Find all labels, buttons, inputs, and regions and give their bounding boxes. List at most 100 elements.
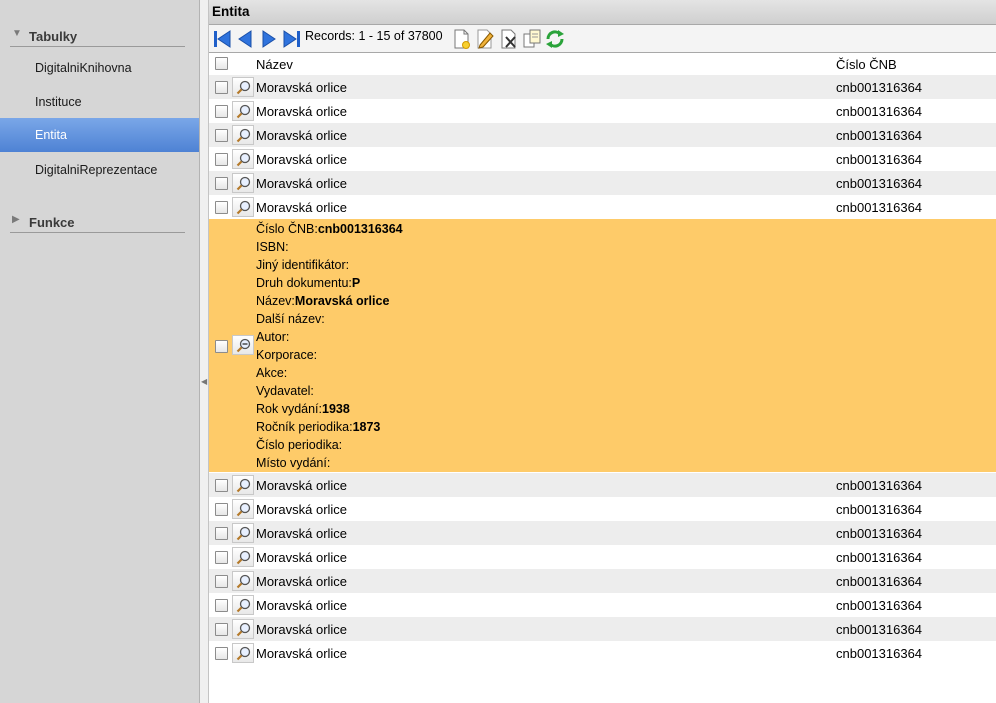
magnifier-icon — [236, 128, 251, 143]
magnifier-icon — [236, 574, 251, 589]
grid-header: Název Číslo ČNB — [209, 53, 996, 76]
detail-field-value: cnb001316364 — [317, 222, 403, 236]
refresh-icon[interactable] — [544, 28, 566, 50]
table-row[interactable]: Moravská orlice cnb001316364 — [209, 195, 996, 219]
row-checkbox[interactable] — [215, 503, 228, 516]
cell-nazev: Moravská orlice — [256, 550, 348, 565]
show-detail-button[interactable] — [232, 197, 254, 217]
show-detail-button[interactable] — [232, 547, 254, 567]
detail-field-label: Druh dokumentu: — [256, 276, 352, 290]
row-checkbox[interactable] — [215, 551, 228, 564]
sidebar-item-digitalnireprezentace[interactable]: DigitalniReprezentace — [0, 153, 199, 187]
detail-field: ISBN: — [256, 240, 289, 254]
show-detail-button[interactable] — [232, 149, 254, 169]
show-detail-button[interactable] — [232, 643, 254, 663]
table-row[interactable]: Moravská orlice cnb001316364 — [209, 147, 996, 171]
cell-nazev: Moravská orlice — [256, 574, 348, 589]
cell-nazev: Moravská orlice — [256, 622, 348, 637]
select-all-checkbox[interactable] — [215, 57, 228, 70]
detail-field-label: Rok vydání: — [256, 402, 323, 416]
section-funkce[interactable]: ▶ Funkce — [10, 214, 185, 233]
detail-field: Číslo ČNB:cnb001316364 — [256, 222, 403, 236]
panel-splitter[interactable]: ◀ — [200, 0, 209, 703]
sidebar-item-entita[interactable]: Entita — [0, 118, 199, 152]
toolbar: Records: 1 - 15 of 37800 — [209, 25, 996, 53]
next-page-icon[interactable] — [258, 28, 280, 50]
show-detail-button[interactable] — [232, 173, 254, 193]
magnifier-icon — [236, 526, 251, 541]
row-checkbox[interactable] — [215, 201, 228, 214]
table-row[interactable]: Moravská orlice cnb001316364 — [209, 171, 996, 195]
row-checkbox[interactable] — [215, 623, 228, 636]
table-row[interactable]: Moravská orlice cnb001316364 — [209, 569, 996, 593]
section-label: Funkce — [29, 215, 75, 230]
row-checkbox[interactable] — [215, 340, 228, 353]
magnifier-icon — [236, 478, 251, 493]
cell-nazev: Moravská orlice — [256, 80, 348, 95]
section-tabulky[interactable]: ▼ Tabulky — [10, 28, 185, 47]
cell-cislo-cnb: cnb001316364 — [836, 104, 923, 119]
new-record-icon[interactable] — [451, 28, 473, 50]
page-title: Entita — [212, 4, 250, 19]
delete-icon[interactable] — [498, 28, 520, 50]
row-checkbox[interactable] — [215, 479, 228, 492]
detail-field-label: Další název: — [256, 312, 325, 326]
cell-nazev: Moravská orlice — [256, 526, 348, 541]
table-row[interactable]: Moravská orlice cnb001316364 — [209, 75, 996, 99]
first-page-icon[interactable] — [211, 28, 233, 50]
show-detail-button[interactable] — [232, 499, 254, 519]
table-row[interactable]: Moravská orlice cnb001316364 — [209, 473, 996, 497]
table-row[interactable]: Moravská orlice cnb001316364 — [209, 497, 996, 521]
show-detail-button[interactable] — [232, 619, 254, 639]
last-page-icon[interactable] — [281, 28, 303, 50]
show-detail-button[interactable] — [232, 77, 254, 97]
show-detail-button[interactable] — [232, 125, 254, 145]
prev-page-icon[interactable] — [234, 28, 256, 50]
row-checkbox[interactable] — [215, 527, 228, 540]
row-checkbox[interactable] — [215, 81, 228, 94]
table-row[interactable]: Moravská orlice cnb001316364 — [209, 545, 996, 569]
column-header-nazev[interactable]: Název — [256, 57, 293, 72]
cell-nazev: Moravská orlice — [256, 502, 348, 517]
cell-cislo-cnb: cnb001316364 — [836, 646, 923, 661]
row-checkbox[interactable] — [215, 177, 228, 190]
row-checkbox[interactable] — [215, 599, 228, 612]
table-row[interactable]: Moravská orlice cnb001316364 — [209, 641, 996, 665]
row-checkbox[interactable] — [215, 647, 228, 660]
magnifier-icon — [236, 176, 251, 191]
triangle-right-icon: ▶ — [12, 214, 20, 225]
show-detail-button[interactable] — [232, 523, 254, 543]
row-checkbox[interactable] — [215, 575, 228, 588]
show-detail-button[interactable] — [232, 101, 254, 121]
table-row[interactable]: Moravská orlice cnb001316364 — [209, 593, 996, 617]
records-count: Records: 1 - 15 of 37800 — [305, 29, 443, 43]
detail-field: Další název: — [256, 312, 325, 326]
row-checkbox[interactable] — [215, 153, 228, 166]
show-detail-button[interactable] — [232, 571, 254, 591]
magnifier-icon — [236, 550, 251, 565]
title-bar: Entita — [209, 0, 996, 25]
copy-icon[interactable] — [521, 28, 543, 50]
sidebar-item-digitalniknihovna[interactable]: DigitalniKnihovna — [0, 51, 199, 85]
collapse-detail-button[interactable] — [232, 335, 254, 355]
row-checkbox[interactable] — [215, 129, 228, 142]
cell-cislo-cnb: cnb001316364 — [836, 128, 923, 143]
detail-field-label: Vydavatel: — [256, 384, 314, 398]
row-checkbox[interactable] — [215, 105, 228, 118]
sidebar-item-instituce[interactable]: Instituce — [0, 85, 199, 119]
cell-cislo-cnb: cnb001316364 — [836, 478, 923, 493]
table-row[interactable]: Moravská orlice cnb001316364 — [209, 521, 996, 545]
show-detail-button[interactable] — [232, 475, 254, 495]
cell-cislo-cnb: cnb001316364 — [836, 598, 923, 613]
show-detail-button[interactable] — [232, 595, 254, 615]
magnifier-icon — [236, 200, 251, 215]
table-row[interactable]: Moravská orlice cnb001316364 — [209, 99, 996, 123]
table-row[interactable]: Moravská orlice cnb001316364 — [209, 123, 996, 147]
detail-field-label: Číslo ČNB: — [256, 222, 318, 236]
column-header-cislo-cnb[interactable]: Číslo ČNB — [836, 57, 897, 72]
table-row[interactable]: Moravská orlice cnb001316364 — [209, 617, 996, 641]
magnifier-icon — [236, 622, 251, 637]
cell-nazev: Moravská orlice — [256, 646, 348, 661]
collapse-handle-icon[interactable]: ◀ — [201, 378, 207, 386]
edit-icon[interactable] — [474, 28, 496, 50]
